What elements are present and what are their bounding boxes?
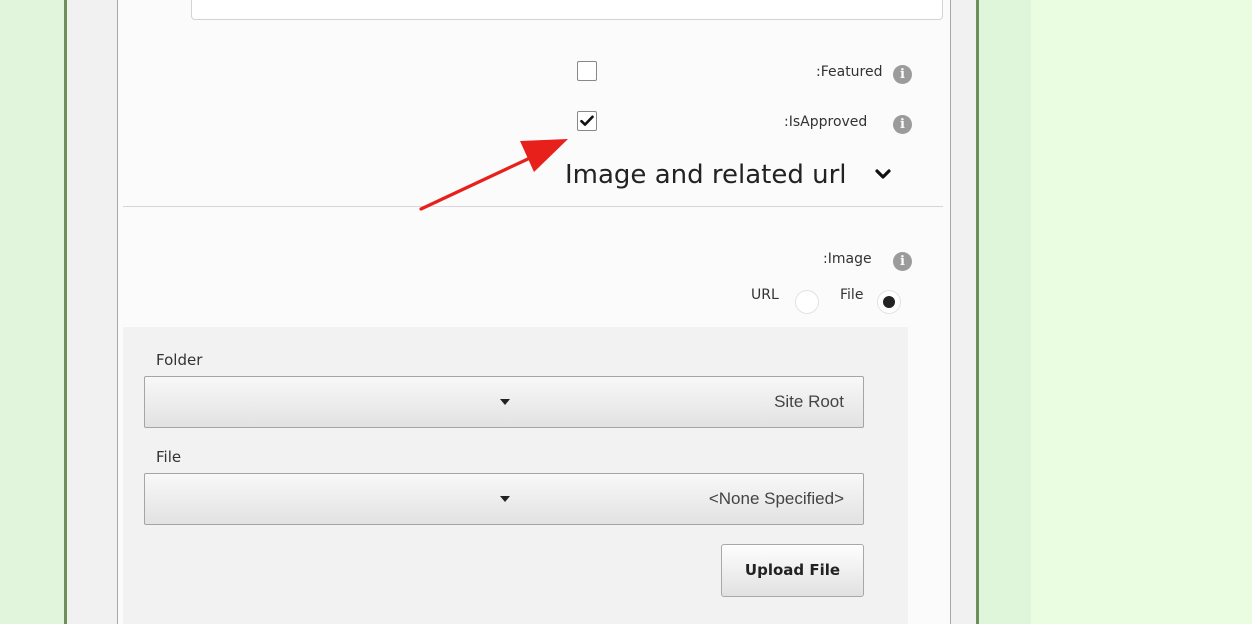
file-radio[interactable] [877,290,901,314]
section-title[interactable]: Image and related url [565,160,847,190]
caret-down-icon [500,399,510,405]
url-option-label: URL [751,287,779,303]
caret-down-icon [500,496,510,502]
folder-value: Site Root [774,392,844,411]
isapproved-label: :IsApproved [784,114,868,130]
chevron-down-icon[interactable] [873,165,893,185]
left-background-strip [0,0,66,624]
file-select[interactable]: <None Specified> [144,473,864,525]
folder-select[interactable]: Site Root [144,376,864,428]
file-label: File [156,448,182,466]
url-radio[interactable] [795,290,819,314]
upload-file-button[interactable]: Upload File [721,544,864,597]
page-background [1031,0,1252,624]
featured-checkbox[interactable] [577,61,597,81]
check-icon [580,115,594,126]
featured-label: :Featured [816,64,883,80]
section-divider [123,206,943,207]
file-option-label: File [840,287,864,303]
isapproved-checkbox[interactable] [577,111,597,131]
info-icon[interactable]: i [893,65,912,84]
right-background-strip [979,0,1031,624]
image-label: :Image [823,251,872,267]
folder-label: Folder [156,351,203,369]
info-icon[interactable]: i [893,252,912,271]
info-icon[interactable]: i [893,115,912,134]
top-text-field[interactable] [191,0,943,20]
file-value: <None Specified> [708,489,844,508]
